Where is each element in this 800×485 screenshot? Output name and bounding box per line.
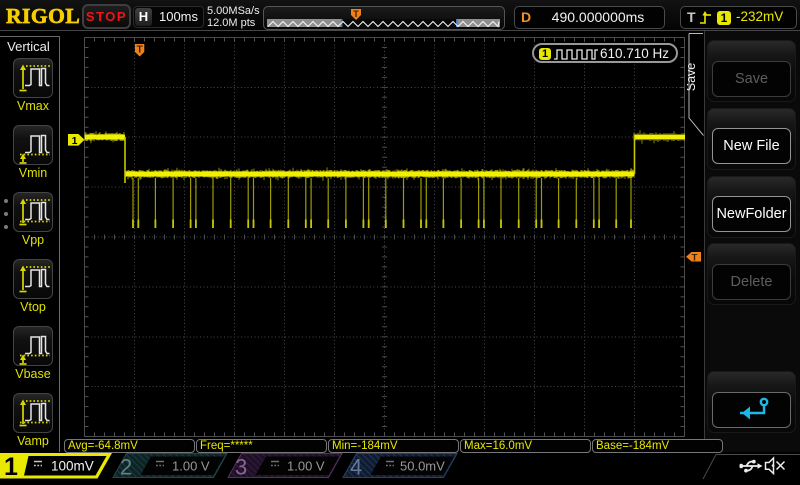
svg-text:T: T [692,253,698,264]
svg-text:100mV: 100mV [51,459,94,474]
svg-text:1: 1 [72,135,78,147]
svg-text:4: 4 [350,455,362,480]
svg-text:1.00 V: 1.00 V [287,459,325,474]
svg-text:2: 2 [120,455,132,480]
svg-text:1.00 V: 1.00 V [172,459,210,474]
svg-text:1: 1 [4,453,18,480]
svg-text:T: T [137,45,143,56]
svg-text:50.0mV: 50.0mV [400,459,445,474]
svg-text:3: 3 [235,455,247,480]
svg-text:Save: Save [687,63,698,92]
